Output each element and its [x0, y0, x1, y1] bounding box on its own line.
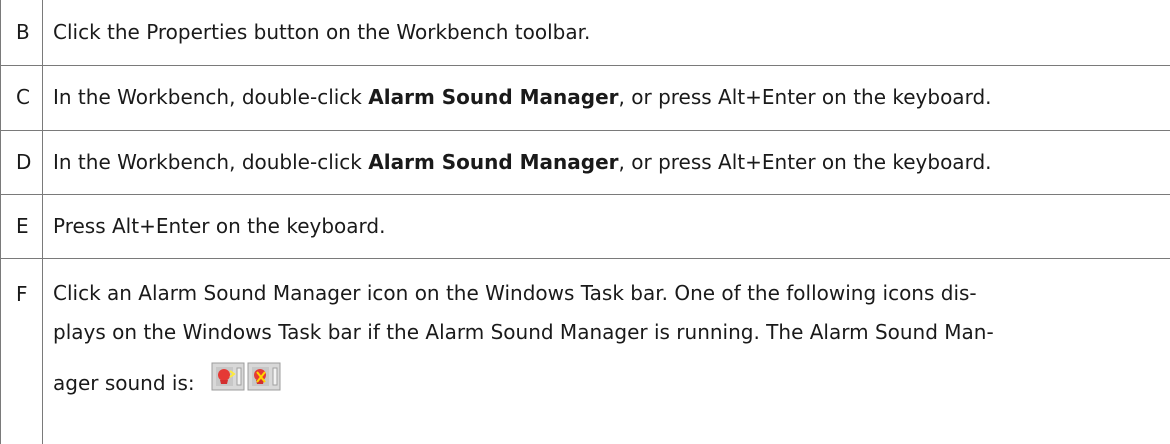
- table-row: E Press Alt+Enter on the keyboard.: [0, 194, 1170, 258]
- table-row: B Click the Properties button on the Wor…: [0, 0, 1170, 65]
- row-text: In the Workbench, double-click Alarm Sou…: [53, 85, 992, 109]
- row-text: In the Workbench, double-click Alarm Sou…: [53, 150, 992, 174]
- table-row: D In the Workbench, double-click Alarm S…: [0, 130, 1170, 194]
- row-letter: F: [16, 282, 28, 306]
- table-row: C In the Workbench, double-click Alarm S…: [0, 65, 1170, 130]
- row-text: Click an Alarm Sound Manager icon on the…: [53, 281, 994, 395]
- alarm-sound-manager-term: Alarm Sound Manager: [368, 150, 619, 174]
- row-letter: E: [16, 214, 29, 238]
- steps-table: B Click the Properties button on the Wor…: [0, 0, 1170, 444]
- row-letter: D: [16, 150, 32, 174]
- alarm-sound-manager-muted-icon: [247, 362, 281, 391]
- table-row: F Click an Alarm Sound Manager icon on t…: [0, 258, 1170, 444]
- row-letter: B: [16, 20, 30, 44]
- row-letter: C: [16, 85, 30, 109]
- row-text: Click the Properties button on the Workb…: [53, 20, 591, 44]
- row-text: Press Alt+Enter on the keyboard.: [53, 214, 386, 238]
- alarm-sound-manager-term: Alarm Sound Manager: [368, 85, 619, 109]
- alarm-sound-manager-icon: [211, 362, 245, 391]
